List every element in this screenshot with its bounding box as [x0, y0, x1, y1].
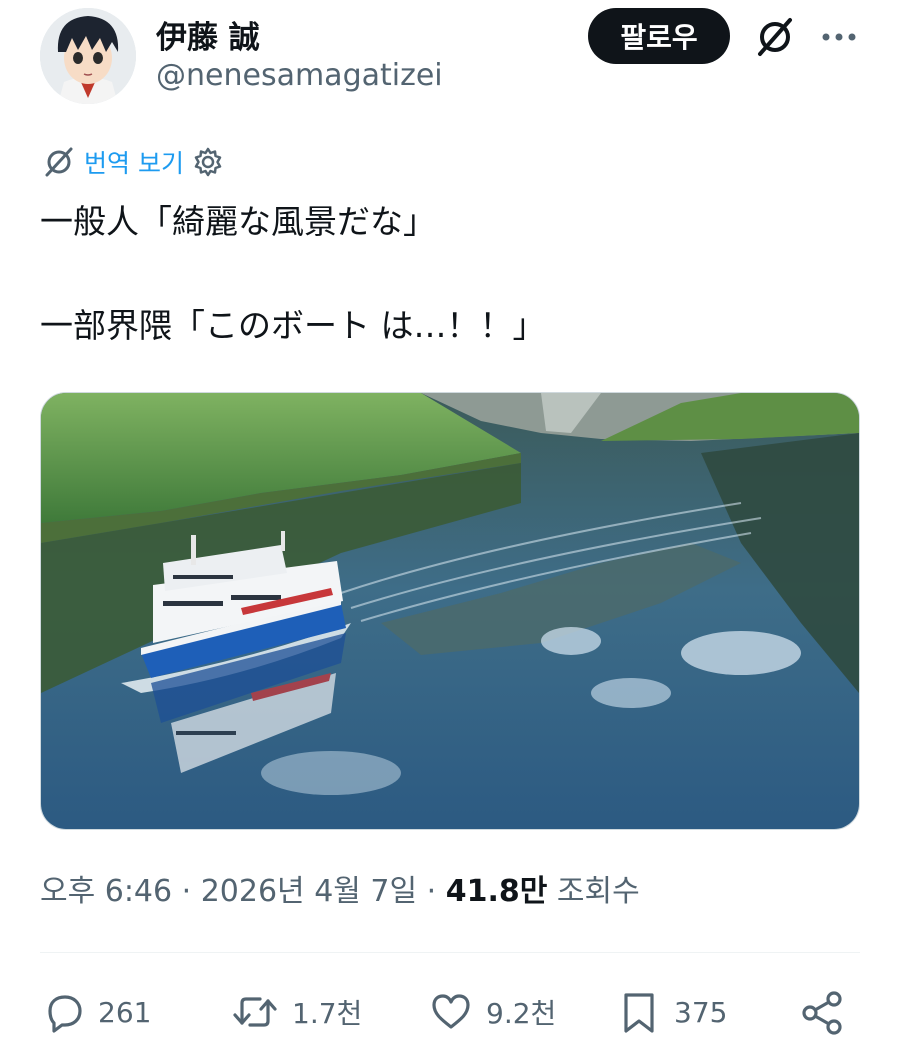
- repost-count: 1.7천: [292, 997, 363, 1030]
- anime-avatar-image: [40, 8, 136, 104]
- view-count: 41.8만: [445, 874, 548, 909]
- tweet-media[interactable]: [40, 392, 860, 830]
- share-icon: [798, 989, 848, 1035]
- reply-icon: [40, 989, 86, 1035]
- tweet-timestamp[interactable]: 오후 6:46 · 2026년 4월 7일 ·: [40, 866, 446, 910]
- reply-count: 261: [98, 995, 152, 1029]
- share-button[interactable]: [798, 982, 848, 1042]
- divider: [40, 952, 860, 953]
- repost-icon: [230, 989, 280, 1035]
- view-label: 조회수: [547, 874, 640, 909]
- bookmark-icon: [616, 989, 662, 1035]
- gear-icon[interactable]: [192, 146, 224, 178]
- fjord-ferry-image: [41, 393, 859, 829]
- translate-row[interactable]: 번역 보기: [42, 142, 224, 182]
- reply-button[interactable]: 261: [40, 982, 151, 1042]
- more-icon[interactable]: [816, 14, 862, 60]
- author-handle[interactable]: @nenesamagatizei: [156, 58, 443, 93]
- follow-button[interactable]: 팔로우: [588, 8, 730, 64]
- like-button[interactable]: 9.2천: [428, 982, 556, 1042]
- like-count: 9.2천: [486, 997, 557, 1030]
- heart-icon: [428, 989, 474, 1035]
- translate-link[interactable]: 번역 보기: [84, 144, 184, 180]
- action-bar: 261 1.7천 9.2천 375: [40, 982, 860, 1042]
- repost-button[interactable]: 1.7천: [230, 982, 362, 1042]
- tweet-meta: 오후 6:46 · 2026년 4월 7일 · 41.8만 조회수: [40, 866, 640, 910]
- bookmark-count: 375: [674, 995, 728, 1029]
- grok-icon[interactable]: [752, 14, 798, 60]
- bookmark-button[interactable]: 375: [616, 982, 727, 1042]
- grok-translate-icon: [42, 145, 76, 179]
- author-name[interactable]: 伊藤 誠: [156, 12, 260, 57]
- avatar[interactable]: [40, 8, 136, 104]
- tweet-text: 一般人「綺麗な風景だな」 一部界隈「このボート は…！！」: [40, 202, 546, 345]
